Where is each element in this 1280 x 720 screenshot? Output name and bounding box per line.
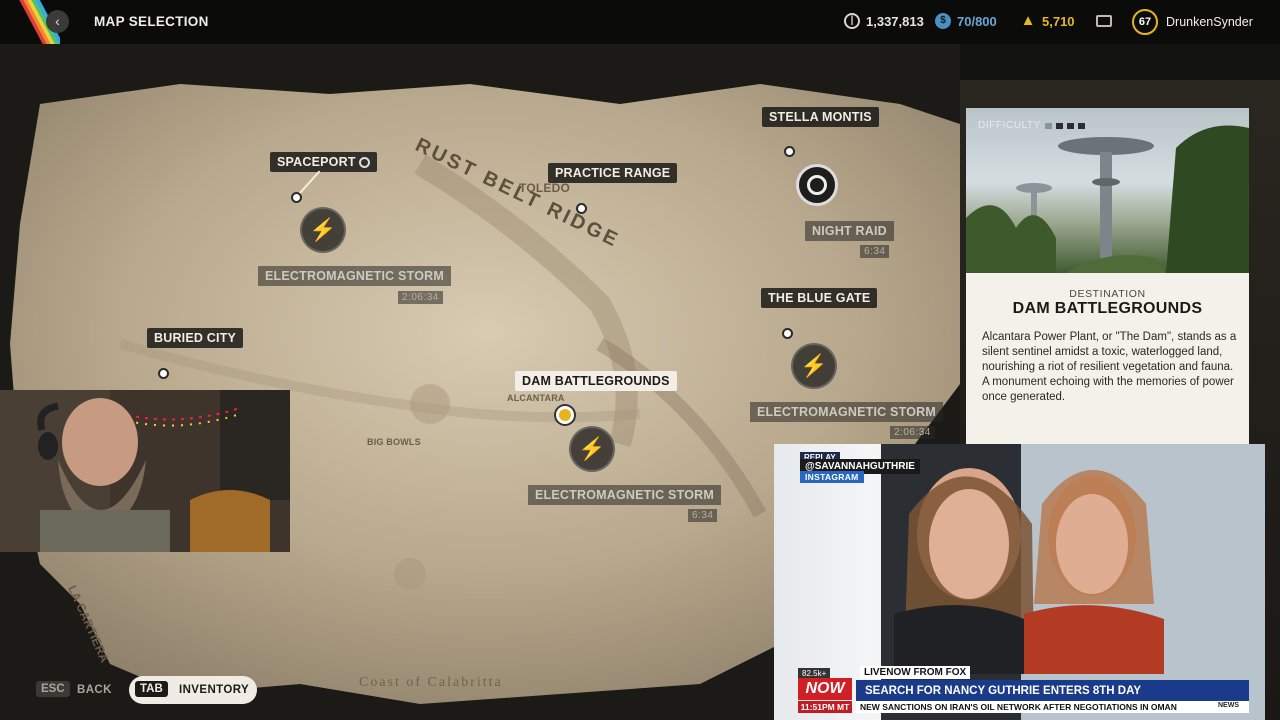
difficulty-indicator: DIFFICULTY — [978, 120, 1086, 131]
difficulty-pip — [1067, 122, 1075, 129]
destination-panel: DIFFICULTY DESTINATION DAM BATTLEGROUNDS… — [966, 108, 1249, 444]
token-icon: $ — [935, 13, 951, 29]
location-marker-stella-montis[interactable] — [784, 146, 795, 157]
credits-value: 5,710 — [1042, 13, 1075, 29]
tokens-stat: $ 70/800 — [935, 13, 997, 29]
difficulty-pip — [1056, 122, 1064, 129]
location-marker-dam-battlegrounds[interactable] — [556, 406, 574, 424]
condition-label: ELECTROMAGNETIC STORM — [528, 485, 721, 505]
esc-key-hint: ESC — [36, 681, 70, 697]
terrain-crater — [394, 558, 426, 590]
page-title: MAP SELECTION — [94, 14, 209, 29]
difficulty-pip — [1078, 122, 1086, 129]
location-marker-buried-city[interactable] — [158, 368, 169, 379]
location-marker-spaceport[interactable] — [291, 192, 302, 203]
network-logo: NEWS — [1218, 702, 1239, 709]
social-source: INSTAGRAM — [800, 471, 864, 483]
tokens-value: 70/800 — [957, 13, 997, 29]
location-label-buried-city[interactable]: BURIED CITY — [147, 328, 244, 348]
mail-icon[interactable] — [1096, 15, 1112, 27]
difficulty-pip — [1045, 122, 1053, 129]
lightning-icon: ⚡ — [300, 207, 346, 253]
condition-timer: 2:06:34 — [398, 291, 443, 304]
region-label-coast: Coast of Calabritta — [359, 675, 503, 690]
condition-timer: 2:06:34 — [890, 426, 935, 439]
currency-value: 1,337,813 — [866, 13, 924, 29]
location-marker-practice-range[interactable] — [576, 203, 587, 214]
condition-timer: 6:34 — [688, 509, 718, 522]
destination-image: DIFFICULTY — [966, 108, 1249, 273]
region-label-big-bowls: BIG BOWLS — [367, 437, 421, 447]
condition-label: ELECTROMAGNETIC STORM — [750, 402, 943, 422]
location-label-stella-montis[interactable]: STELLA MONTIS — [762, 107, 879, 127]
terrain-crater — [410, 384, 450, 424]
lightning-icon: ⚡ — [569, 426, 615, 472]
back-button[interactable]: BACK — [77, 684, 112, 696]
destination-description: Alcantara Power Plant, or "The Dam", sta… — [982, 331, 1237, 403]
player-level-badge[interactable]: 67 — [1132, 9, 1158, 35]
night-raid-icon — [796, 164, 838, 206]
destination-name: DAM BATTLEGROUNDS — [1012, 300, 1203, 317]
condition-label: ELECTROMAGNETIC STORM — [258, 266, 451, 286]
live-now-badge: NOW — [798, 678, 852, 700]
news-headline: SEARCH FOR NANCY GUTHRIE ENTERS 8TH DAY — [856, 680, 1249, 702]
condition-label: NIGHT RAID — [805, 221, 894, 241]
news-time: 11:51PM MT — [798, 701, 852, 713]
news-overlay: REPLAY @SAVANNAHGUTHRIE INSTAGRAM 82.5k+… — [774, 444, 1265, 720]
target-icon — [359, 157, 371, 169]
credits-icon: ▲ — [1020, 12, 1036, 29]
top-bar: ‹ MAP SELECTION | 1,337,813 $ 70/800 ▲ 5… — [0, 0, 1280, 44]
credits-stat: ▲ 5,710 — [1020, 13, 1075, 29]
difficulty-label: DIFFICULTY — [978, 120, 1042, 131]
webcam-feed — [0, 390, 290, 552]
destination-kicker: DESTINATION — [1069, 288, 1146, 300]
location-label-practice-range[interactable]: PRACTICE RANGE — [548, 163, 678, 183]
webcam-overlay — [0, 390, 290, 552]
news-ticker: NEW SANCTIONS ON IRAN'S OIL NETWORK AFTE… — [856, 701, 1249, 713]
location-label-the-blue-gate[interactable]: THE BLUE GATE — [761, 288, 878, 308]
region-label-alcantara: ALCANTARA — [507, 393, 565, 403]
back-arrow-button[interactable]: ‹ — [46, 10, 69, 33]
location-label-dam-battlegrounds[interactable]: DAM BATTLEGROUNDS — [515, 371, 677, 391]
coin-icon: | — [844, 13, 860, 29]
location-name: SPACEPORT — [277, 155, 356, 169]
inventory-label[interactable]: INVENTORY — [179, 684, 249, 696]
tab-key-hint: TAB — [135, 681, 168, 697]
dam-illustration — [966, 125, 1249, 273]
username[interactable]: DrunkenSynder — [1166, 15, 1253, 29]
live-tag: LIVENOW FROM FOX — [860, 666, 971, 679]
currency-stat: | 1,337,813 — [844, 13, 924, 29]
lightning-icon: ⚡ — [791, 343, 837, 389]
location-label-spaceport[interactable]: SPACEPORT — [270, 152, 378, 172]
condition-timer: 6:34 — [860, 245, 890, 258]
location-marker-the-blue-gate[interactable] — [782, 328, 793, 339]
